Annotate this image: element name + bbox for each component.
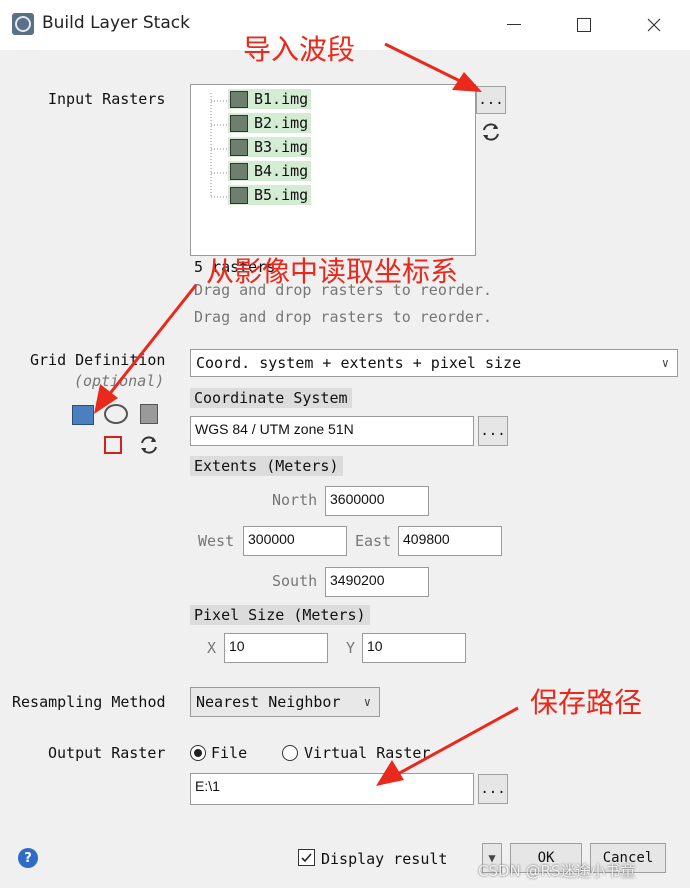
annotation-import-bands: 导入波段 [243, 33, 356, 66]
annotation-arrows [94, 42, 519, 786]
watermark-text: CSDN @RS迷途小书童 [478, 862, 636, 880]
annotation-save-path: 保存路径 [530, 686, 643, 719]
annotation-read-coords: 从影像中读取坐标系 [206, 255, 459, 288]
